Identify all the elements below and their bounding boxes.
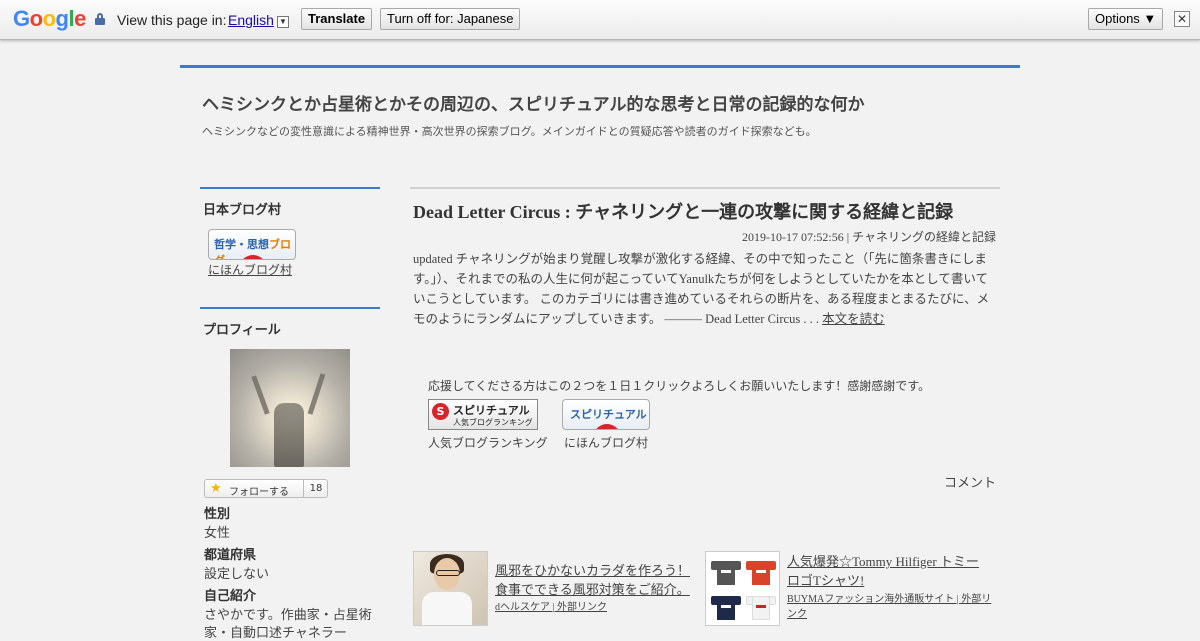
options-button[interactable]: Options ▼ [1088,8,1164,30]
profile-field-value: 女性 [204,526,231,541]
sidebar-divider [200,187,380,189]
dropdown-arrow-icon[interactable]: ▼ [276,16,289,28]
site-description: ヘミシンクなどの変性意識による精神世界・高次世界の探索ブログ。メインガイドとの質… [202,125,817,138]
ad-title-link[interactable]: 人気爆発☆Tommy Hilfiger トミーロゴTシャツ! [787,552,987,590]
comment-link[interactable]: コメント [944,472,996,491]
translate-button[interactable]: Translate [301,8,373,30]
blog-village-link[interactable]: にほんブログ村 [208,261,292,278]
profile-field-value: 家・自動口述チャネラー [204,626,347,641]
view-page-label: View this page in: [117,12,227,28]
profile-field-label: 都道府県 [204,548,257,563]
profile-field-label: 性別 [204,507,231,522]
blog-village-heading: 日本ブログ村 [203,203,282,218]
ad-source-link[interactable]: BUYMAファッション海外通販サイト | 外部リンク [787,592,992,622]
profile-heading: プロフィール [203,323,281,338]
header-divider [180,65,1020,68]
ranking-logo-icon: S [432,403,449,420]
sidebar-divider [200,307,380,309]
blog-village-caption: にほんブログ村 [564,436,649,450]
follow-button[interactable]: ★ フォローする 18 [204,479,328,498]
translate-bar: Google View this page in: English ▼ Trans… [0,0,1200,40]
language-value: English [228,12,274,28]
ranking-banner-title: スピリチュアル [453,404,530,417]
lock-icon [95,13,105,25]
language-select[interactable]: English ▼ [228,12,289,28]
follower-count: 18 [303,480,328,497]
post-excerpt: updated チャネリングが始まり覚醒し攻撃が激化する経緯、その中で知ったこと… [413,249,998,329]
profile-field-label: 自己紹介 [204,589,257,604]
post-title[interactable]: Dead Letter Circus : チャネリングと一連の攻撃に関する経緯と… [413,198,953,224]
close-icon[interactable]: ✕ [1174,11,1190,27]
ranking-banner[interactable]: S スピリチュアル 人気ブログランキング [428,399,538,430]
banner-decoration [593,424,621,429]
star-icon: ★ [210,481,222,496]
profile-field-value: 設定しない [204,567,270,582]
ranking-banner-subtitle: 人気ブログランキング [453,418,533,427]
ad-image[interactable] [413,551,488,626]
blog-village-banner[interactable]: 哲学・思想ブログ [208,229,296,260]
banner-text: スピリチュアル [570,408,647,421]
ad-source-link[interactable]: dヘルスケア | 外部リンク [495,600,695,615]
turn-off-button[interactable]: Turn off for: Japanese [380,8,521,30]
read-more-link[interactable]: 本文を読む [822,312,885,326]
blog-village-spiritual-banner[interactable]: スピリチュアル [562,399,650,430]
ad-title-link[interactable]: 風邪をひかないカラダを作ろう！食事でできる風邪対策をご紹介。 [495,561,695,599]
follow-label: フォローする [229,487,289,498]
site-title[interactable]: ヘミシンクとか占星術とかその周辺の、スピリチュアル的な思考と日常の記録的な何か [202,90,865,115]
support-text: 応援してくださる方はこの２つを１日１クリックよろしくお願いいたします！感謝感謝で… [428,379,931,393]
post-body-text: updated チャネリングが始まり覚醒し攻撃が激化する経緯、その中で知ったこと… [413,252,990,326]
banner-text: 哲学・思想 [214,238,269,251]
profile-image [230,349,350,467]
post-meta: 2019-10-17 07:52:56 | チャネリングの経緯と記録 [742,230,996,244]
article-divider [410,187,1000,189]
profile-field-value: さやかです。作曲家・占星術 [204,608,372,623]
google-logo: Google [13,6,86,31]
ad-image[interactable] [705,551,780,626]
ranking-caption: 人気ブログランキング [428,436,548,450]
